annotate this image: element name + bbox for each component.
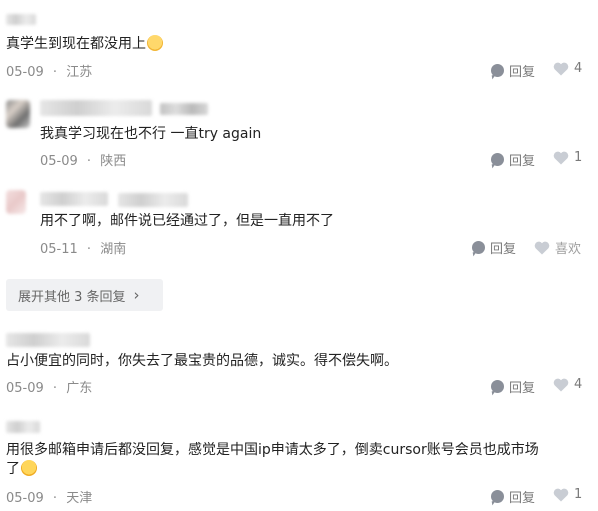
heart-icon <box>534 241 550 254</box>
reply-button[interactable]: 回复 <box>491 150 535 169</box>
reply-bubble-icon <box>491 490 504 503</box>
reply-button[interactable]: 回复 <box>491 61 535 80</box>
reply-bubble-icon <box>491 153 504 166</box>
like-button[interactable]: 4 <box>553 61 582 76</box>
comment-location: 天津 <box>66 491 93 506</box>
comment-date: 05-09 <box>6 65 44 80</box>
reply-target-blurred <box>160 103 208 115</box>
comment-meta: 05-09 · 天津 <box>6 487 92 506</box>
comment-location: 陕西 <box>100 154 127 169</box>
heart-icon <box>553 488 569 501</box>
username-blurred[interactable] <box>40 192 108 206</box>
smiling-tear-emoji-icon <box>147 35 163 51</box>
heart-icon <box>553 378 569 391</box>
reply-label: 回复 <box>490 242 517 257</box>
reply-button[interactable]: 回复 <box>491 487 535 506</box>
comment-text: 真学生到现在都没用上 <box>6 33 163 55</box>
reply-button[interactable]: 回复 <box>472 238 516 257</box>
expand-replies-button[interactable]: 展开其他 3 条回复 › <box>6 279 163 311</box>
chevron-right-icon: › <box>133 286 140 304</box>
expand-replies-label: 展开其他 3 条回复 <box>18 289 126 305</box>
reply-bubble-icon <box>491 64 504 77</box>
meta-separator: · <box>52 491 58 506</box>
reply-bubble-icon <box>491 380 504 393</box>
comment-text-line-2: 了 <box>6 458 37 480</box>
heart-icon <box>553 62 569 75</box>
like-button[interactable]: 1 <box>553 487 582 502</box>
meta-separator: · <box>52 381 58 396</box>
username-blurred[interactable] <box>6 333 90 347</box>
comment-meta: 05-09 · 广东 <box>6 377 92 396</box>
like-count: 4 <box>574 377 583 392</box>
meta-separator: · <box>52 65 58 80</box>
heart-icon <box>553 151 569 164</box>
avatar[interactable] <box>6 190 26 214</box>
meta-separator: · <box>86 154 92 169</box>
like-count: 4 <box>574 61 583 76</box>
reply-label: 回复 <box>509 65 536 80</box>
reply-bubble-icon <box>472 241 485 254</box>
like-button[interactable]: 1 <box>553 150 582 165</box>
username-blurred[interactable] <box>40 100 152 116</box>
comment-date: 05-11 <box>40 242 78 257</box>
comment-location: 广东 <box>66 381 93 396</box>
comment-text: 占小便宜的同时，你失去了最宝贵的品德，诚实。得不偿失啊。 <box>6 353 398 369</box>
reply-label: 回复 <box>509 491 536 506</box>
reply-target-blurred <box>118 193 188 207</box>
like-count: 1 <box>574 150 583 165</box>
like-count: 1 <box>574 487 583 502</box>
comment-meta: 05-09 · 陕西 <box>40 150 126 169</box>
username-blurred[interactable] <box>6 421 40 433</box>
comment-date: 05-09 <box>40 154 78 169</box>
comment-meta: 05-11 · 湖南 <box>40 238 126 257</box>
reply-label: 回复 <box>509 154 536 169</box>
meta-separator: · <box>86 242 92 257</box>
comment-text-line-1: 用很多邮箱申请后都没回复，感觉是中国ip申请太多了，倒卖cursor账号会员也成… <box>6 442 539 458</box>
tired-face-emoji-icon <box>21 460 37 476</box>
comment-location: 江苏 <box>66 65 93 80</box>
comment-location: 湖南 <box>100 242 127 257</box>
username-blurred[interactable] <box>6 14 36 25</box>
comment-date: 05-09 <box>6 381 44 396</box>
like-label: 喜欢 <box>555 242 582 257</box>
reply-button[interactable]: 回复 <box>491 377 535 396</box>
reply-label: 回复 <box>509 381 536 396</box>
like-button[interactable]: 4 <box>553 377 582 392</box>
comment-date: 05-09 <box>6 491 44 506</box>
like-button[interactable]: 喜欢 <box>534 238 581 257</box>
comment-text: 我真学习现在也不行 一直try again <box>40 126 262 142</box>
avatar[interactable] <box>6 100 30 128</box>
comment-meta: 05-09 · 江苏 <box>6 61 92 80</box>
comment-text: 用不了啊，邮件说已经通过了，但是一直用不了 <box>40 213 334 229</box>
